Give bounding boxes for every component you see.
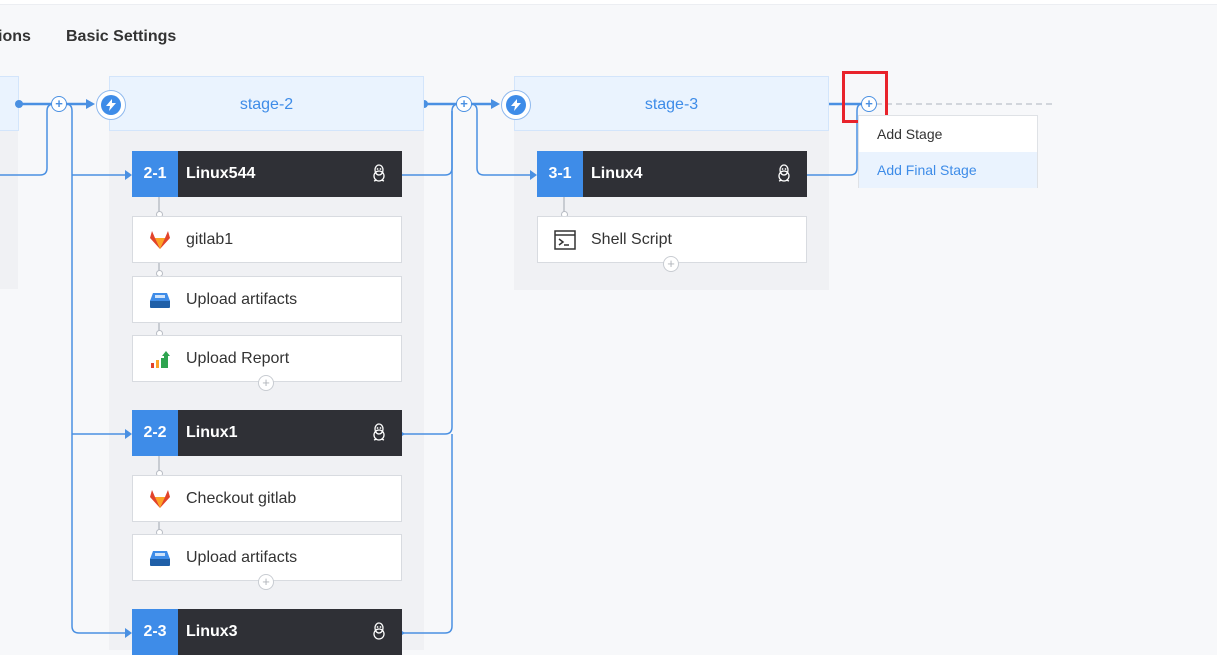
job-name: Linux544 — [186, 165, 256, 182]
job-header[interactable]: 2-1 Linux544 — [132, 151, 402, 197]
upload-artifacts-icon — [149, 548, 171, 568]
linux-icon — [372, 164, 386, 187]
linux-icon — [372, 622, 386, 645]
add-stage-dropdown: Add Stage Add Final Stage — [858, 115, 1038, 188]
job-name: Linux1 — [186, 424, 238, 441]
shell-script-icon — [554, 230, 576, 250]
step-card[interactable]: Checkout gitlab — [132, 475, 402, 522]
job-number: 3-1 — [537, 151, 583, 197]
job-name: Linux3 — [186, 623, 238, 640]
job-header[interactable]: 2-2 Linux1 — [132, 410, 402, 456]
menu-item-add-stage[interactable]: Add Stage — [859, 116, 1037, 152]
step-label: Upload Report — [186, 350, 290, 367]
step-label: gitlab1 — [186, 231, 234, 248]
lightning-icon[interactable] — [96, 90, 126, 120]
stage-name: stage-2 — [239, 96, 294, 113]
step-label: Upload artifacts — [186, 291, 298, 308]
step-label: Shell Script — [591, 231, 672, 248]
add-step-button[interactable]: + — [258, 375, 274, 391]
add-parallel-stage-button[interactable]: + — [51, 96, 67, 112]
step-card[interactable]: Upload artifacts — [132, 276, 402, 323]
gitlab-icon — [149, 489, 171, 509]
job-number: 2-2 — [132, 410, 178, 456]
gitlab-icon — [149, 230, 171, 250]
menu-item-add-final-stage[interactable]: Add Final Stage — [859, 152, 1037, 188]
job-header[interactable]: 3-1 Linux4 — [537, 151, 807, 197]
upload-report-icon — [149, 349, 171, 369]
add-parallel-stage-button[interactable]: + — [456, 96, 472, 112]
add-step-button[interactable]: + — [663, 256, 679, 272]
step-label: Upload artifacts — [186, 549, 298, 566]
job-header[interactable]: 2-3 Linux3 — [132, 609, 402, 655]
linux-icon — [777, 164, 791, 187]
lightning-icon[interactable] — [501, 90, 531, 120]
add-step-button[interactable]: + — [258, 574, 274, 590]
linux-icon — [372, 423, 386, 446]
job-number: 2-1 — [132, 151, 178, 197]
stage-3-header[interactable]: stage-3 — [514, 76, 829, 131]
upload-artifacts-icon — [149, 290, 171, 310]
job-number: 2-3 — [132, 609, 178, 655]
stage-name: stage-3 — [644, 96, 699, 113]
job-name: Linux4 — [591, 165, 643, 182]
stage-2-header[interactable]: stage-2 — [109, 76, 424, 131]
step-card[interactable]: gitlab1 — [132, 216, 402, 263]
step-label: Checkout gitlab — [186, 490, 297, 507]
